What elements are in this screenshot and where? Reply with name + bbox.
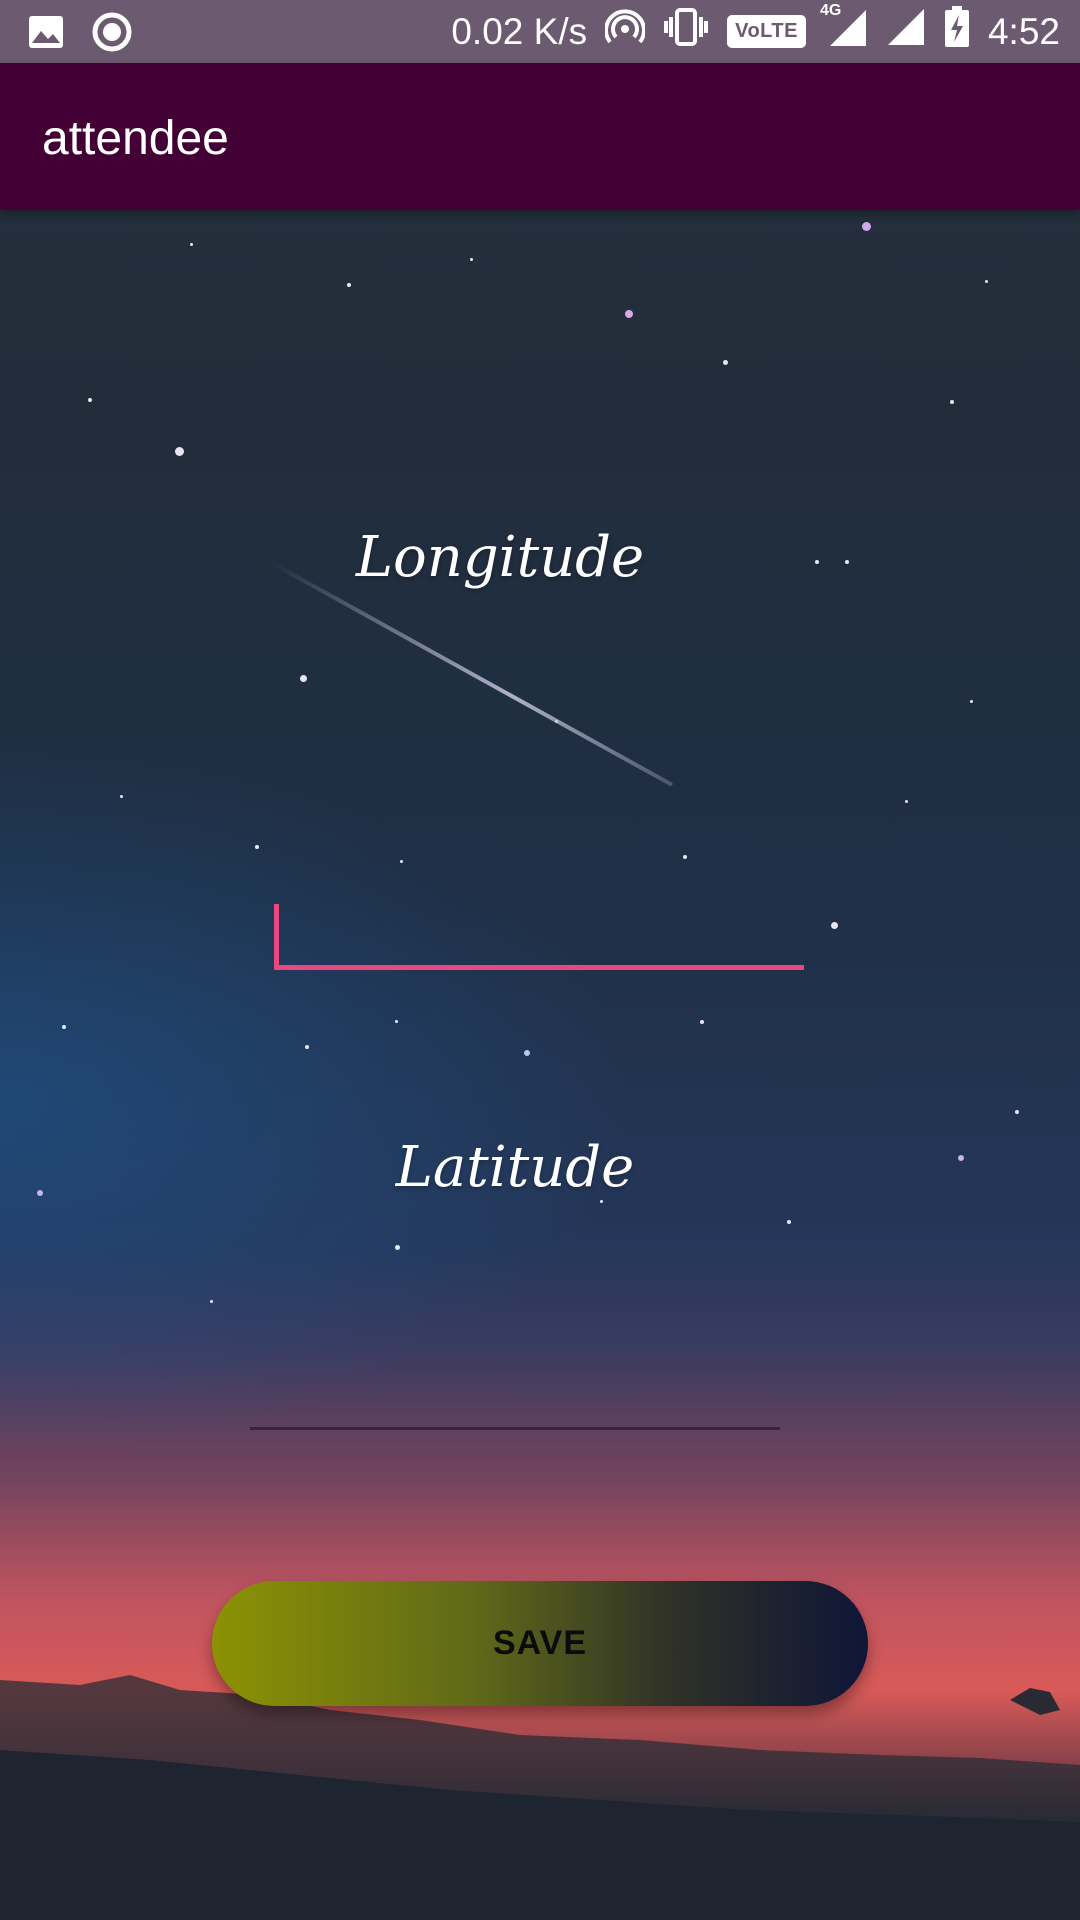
network-speed: 0.02 K/s xyxy=(451,10,588,52)
status-bar: 0.02 K/s VoLTE 4G 4:52 xyxy=(0,0,1080,63)
network-type-label: 4G xyxy=(819,2,842,19)
battery-charging-icon xyxy=(944,6,970,57)
latitude-input[interactable] xyxy=(250,1350,780,1430)
save-button[interactable]: SAVE xyxy=(212,1581,868,1706)
vibrate-icon xyxy=(663,7,709,56)
shooting-star xyxy=(269,560,674,787)
longitude-input[interactable] xyxy=(274,890,804,970)
text-cursor xyxy=(274,904,279,966)
app-toolbar: attendee xyxy=(0,63,1080,210)
longitude-label: Longitude xyxy=(355,525,645,590)
latitude-label: Latitude xyxy=(395,1135,635,1200)
clock: 4:52 xyxy=(987,10,1060,52)
record-icon xyxy=(92,12,132,57)
gallery-icon xyxy=(28,15,64,54)
app-title: attendee xyxy=(42,112,229,165)
signal-4g-icon: 4G xyxy=(820,2,868,57)
latitude-underline xyxy=(250,1427,780,1430)
signal-icon xyxy=(886,7,926,56)
hotspot-icon xyxy=(604,7,647,56)
longitude-underline xyxy=(274,965,804,970)
volte-icon: VoLTE xyxy=(727,15,806,48)
